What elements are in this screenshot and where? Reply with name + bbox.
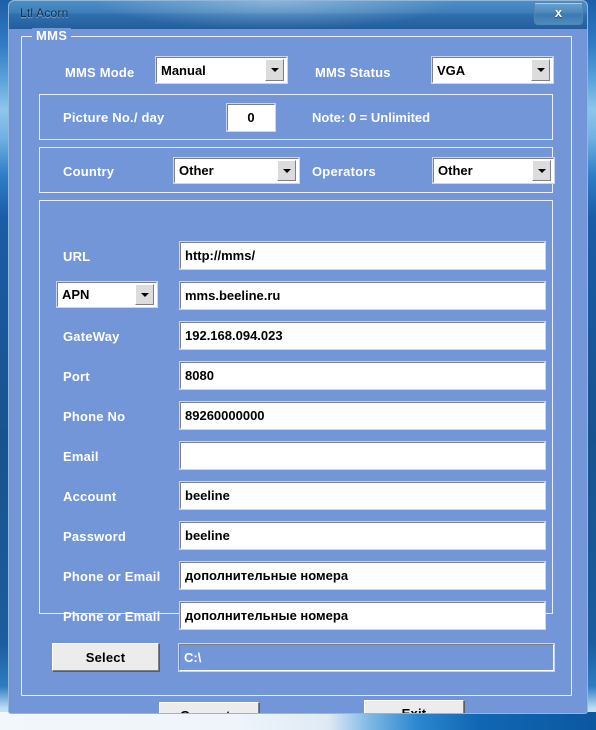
picture-per-day-input[interactable]: 0 bbox=[227, 104, 275, 131]
mms-status-select[interactable]: VGA bbox=[432, 57, 553, 83]
window-title: Ltl Acorn bbox=[20, 6, 69, 20]
phone-or-email-1-input[interactable]: дополнительные номера bbox=[180, 562, 545, 589]
chevron-down-icon[interactable] bbox=[277, 160, 296, 181]
phone-no-label: Phone No bbox=[63, 409, 126, 424]
generate-button[interactable]: Generate bbox=[159, 702, 259, 713]
path-input[interactable]: C:\ bbox=[179, 644, 554, 671]
phone-or-email-2-input[interactable]: дополнительные номера bbox=[180, 602, 545, 629]
mms-group-box: MMS MMS Mode Manual MMS Status VGA Pictu… bbox=[21, 28, 572, 696]
account-input[interactable]: beeline bbox=[180, 482, 545, 509]
country-operator-panel: Country Other Operators Other bbox=[39, 147, 554, 193]
application-window: Ltl Acorn x MMS MMS Mode Manual MMS Stat… bbox=[8, 0, 588, 714]
port-input[interactable]: 8080 bbox=[180, 362, 545, 389]
country-label: Country bbox=[63, 164, 115, 179]
apn-label: APN bbox=[62, 287, 90, 302]
mms-mode-value: Manual bbox=[161, 62, 206, 78]
title-bar[interactable]: Ltl Acorn x bbox=[9, 1, 587, 29]
dialog-client-area: MMS MMS Mode Manual MMS Status VGA Pictu… bbox=[9, 28, 587, 713]
phone-or-email-2-label: Phone or Email bbox=[63, 609, 161, 624]
desktop-bottom-band bbox=[0, 712, 596, 730]
connection-fields-panel: URL http://mms/ APN mms.beeline.ru GateW… bbox=[39, 200, 553, 629]
picture-per-day-label: Picture No./ day bbox=[63, 110, 165, 125]
chevron-down-icon[interactable] bbox=[531, 59, 550, 81]
mms-group-label: MMS bbox=[32, 28, 72, 43]
apn-input[interactable]: mms.beeline.ru bbox=[180, 282, 545, 309]
operators-label: Operators bbox=[312, 164, 376, 179]
apn-select[interactable]: APN bbox=[57, 282, 157, 307]
email-input[interactable] bbox=[180, 442, 545, 469]
mms-mode-select[interactable]: Manual bbox=[156, 57, 287, 83]
chevron-down-icon[interactable] bbox=[265, 59, 284, 81]
mms-status-value: VGA bbox=[437, 62, 466, 78]
chevron-down-icon[interactable] bbox=[135, 284, 154, 305]
port-label: Port bbox=[63, 369, 90, 384]
close-icon[interactable]: x bbox=[534, 2, 583, 25]
account-label: Account bbox=[63, 489, 117, 504]
phone-no-input[interactable]: 89260000000 bbox=[180, 402, 545, 429]
email-label: Email bbox=[63, 449, 99, 464]
password-input[interactable]: beeline bbox=[180, 522, 545, 549]
operators-select[interactable]: Other bbox=[433, 158, 554, 183]
password-label: Password bbox=[63, 529, 127, 544]
chevron-down-icon[interactable] bbox=[532, 160, 551, 181]
mms-mode-label: MMS Mode bbox=[65, 65, 135, 80]
titlebar-glow bbox=[9, 1, 587, 28]
operators-value: Other bbox=[438, 163, 473, 178]
exit-button[interactable]: Exit bbox=[364, 700, 464, 713]
url-input[interactable]: http://mms/ bbox=[180, 242, 545, 269]
country-select[interactable]: Other bbox=[174, 158, 299, 183]
picture-per-day-panel: Picture No./ day 0 Note: 0 = Unlimited bbox=[39, 94, 553, 140]
gateway-label: GateWay bbox=[63, 329, 120, 344]
url-label: URL bbox=[63, 249, 91, 264]
select-button[interactable]: Select bbox=[52, 643, 159, 671]
gateway-input[interactable]: 192.168.094.023 bbox=[180, 322, 545, 349]
mms-status-label: MMS Status bbox=[315, 65, 391, 80]
picture-unlimited-note: Note: 0 = Unlimited bbox=[312, 110, 431, 125]
phone-or-email-1-label: Phone or Email bbox=[63, 569, 161, 584]
country-value: Other bbox=[179, 163, 214, 178]
